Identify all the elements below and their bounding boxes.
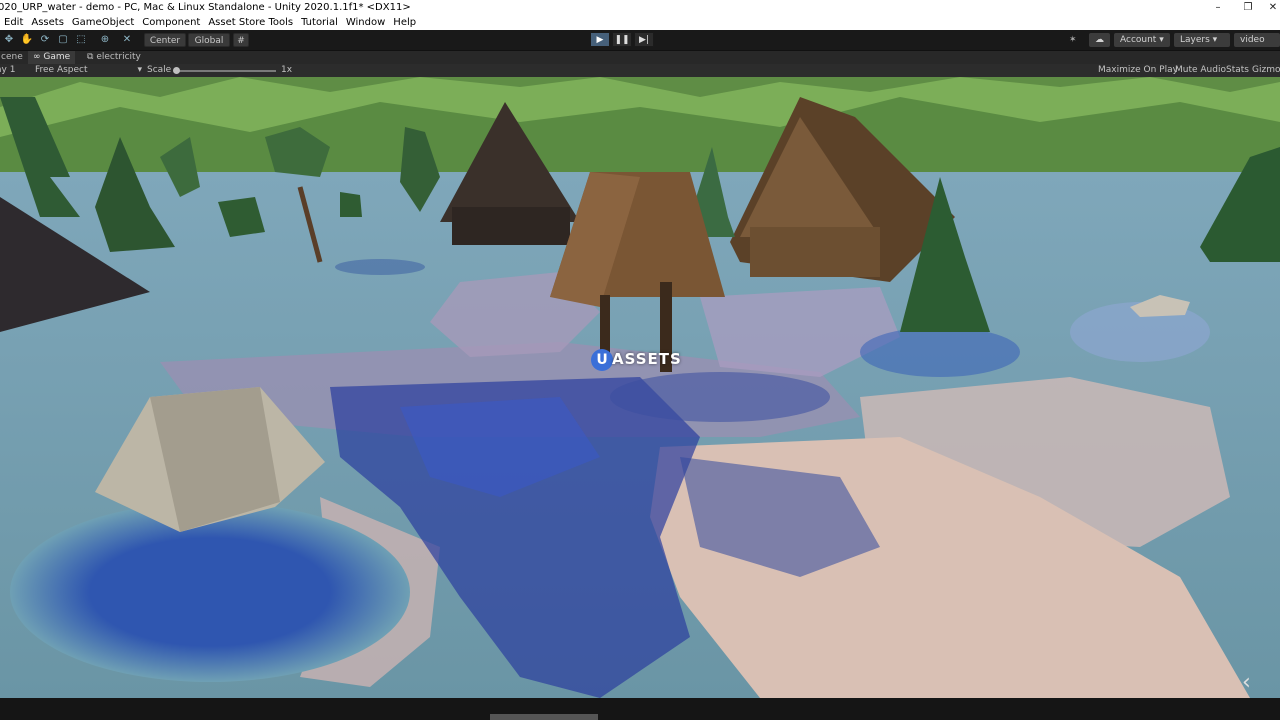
pivot-center-button[interactable]: Center <box>144 33 186 47</box>
space-global-button[interactable]: Global <box>188 33 230 47</box>
tree-foam <box>860 327 1020 377</box>
scale-tool-icon[interactable]: ▢ <box>54 33 72 47</box>
account-label: Account <box>1120 35 1157 45</box>
layout-label: video <box>1240 35 1265 45</box>
chevron-down-icon: ▾ <box>1159 35 1164 45</box>
hut-shadow <box>610 372 830 422</box>
scale-slider-handle[interactable] <box>173 67 180 74</box>
snap-grid-icon[interactable]: # <box>233 33 249 47</box>
rotate-tool-icon[interactable]: ⟳ <box>36 33 54 47</box>
tab-electricity[interactable]: ⧉ electricity <box>82 51 146 64</box>
menu-tutorial[interactable]: Tutorial <box>297 15 342 30</box>
game-viewport[interactable]: ‹ U ASSETS <box>0 77 1280 698</box>
tab-bar: cene ∞ Game ⧉ electricity <box>0 51 1280 64</box>
u-assets-logo-icon: U <box>591 349 613 371</box>
rect-tool-icon[interactable]: ⬚ <box>72 33 90 47</box>
play-icon[interactable]: ▶ <box>590 32 610 47</box>
scale-slider-track[interactable] <box>176 70 276 72</box>
aspect-label: Free Aspect <box>35 65 88 75</box>
watermark-text: ASSETS <box>612 350 682 368</box>
tree-shadow <box>335 259 425 275</box>
hand-tool-icon[interactable]: ✋ <box>18 33 36 47</box>
collab-icon[interactable]: ✶ <box>1063 33 1083 47</box>
transform-tool-icon[interactable]: ⊕ <box>96 33 114 47</box>
display-dropdown[interactable]: ay 1 <box>0 64 15 77</box>
menu-component[interactable]: Component <box>138 15 204 30</box>
tab-game-label: Game <box>43 52 71 62</box>
electricity-tab-icon: ⧉ <box>87 52 94 62</box>
tab-scene[interactable]: cene <box>0 51 28 64</box>
tab-electricity-label: electricity <box>96 52 141 62</box>
house-wall <box>750 227 880 277</box>
menu-help[interactable]: Help <box>389 15 420 30</box>
menu-asset-store-tools[interactable]: Asset Store Tools <box>204 15 297 30</box>
scale-value: 1x <box>281 65 293 75</box>
maximize-on-play-button[interactable]: Maximize On Play <box>1098 64 1178 77</box>
status-bar <box>0 698 1280 720</box>
move-tool-icon[interactable]: ✥ <box>0 33 18 47</box>
cloud-icon[interactable]: ☁ <box>1089 33 1110 47</box>
close-icon[interactable]: ✕ <box>1258 0 1280 15</box>
chevron-down-icon: ▾ <box>137 65 143 75</box>
menu-window[interactable]: Window <box>342 15 389 30</box>
window-title: 020_URP_water - demo - PC, Mac & Linux S… <box>0 2 411 13</box>
gizmos-button[interactable]: Gizmos <box>1252 64 1280 77</box>
minimize-icon[interactable]: – <box>1203 0 1233 15</box>
custom-tool-icon[interactable]: ✕ <box>118 33 136 47</box>
title-bar: 020_URP_water - demo - PC, Mac & Linux S… <box>0 0 1280 15</box>
hut-back-wall <box>452 207 570 245</box>
tree-canopy <box>340 192 362 217</box>
mute-audio-button[interactable]: Mute Audio <box>1175 64 1226 77</box>
layers-label: Layers <box>1180 35 1210 45</box>
horizontal-scrollbar[interactable] <box>490 714 598 720</box>
tab-scene-label: cene <box>1 52 23 62</box>
menu-assets[interactable]: Assets <box>27 15 68 30</box>
scale-label: Scale <box>147 65 172 75</box>
menu-gameobject[interactable]: GameObject <box>68 15 138 30</box>
aspect-dropdown[interactable]: Free Aspect ▾ <box>35 64 142 77</box>
stats-button[interactable]: Stats <box>1226 64 1249 77</box>
menu-edit[interactable]: Edit <box>0 15 27 30</box>
pause-icon[interactable]: ❚❚ <box>612 32 632 47</box>
game-scene: ‹ <box>0 77 1280 698</box>
menu-bar: Edit Assets GameObject Component Asset Store… <box>0 15 1280 30</box>
game-tab-icon: ∞ <box>33 52 41 62</box>
account-dropdown[interactable]: Account ▾ <box>1114 33 1170 47</box>
layers-dropdown[interactable]: Layers ▾ <box>1174 33 1230 47</box>
tab-game[interactable]: ∞ Game <box>28 51 76 64</box>
layout-dropdown[interactable]: video <box>1234 33 1280 47</box>
watermark: U ASSETS <box>588 346 684 376</box>
step-icon[interactable]: ▶| <box>634 32 654 47</box>
rock-foam <box>10 502 410 682</box>
back-arrow-icon[interactable]: ‹ <box>1242 670 1251 695</box>
chevron-down-icon: ▾ <box>1212 35 1218 45</box>
